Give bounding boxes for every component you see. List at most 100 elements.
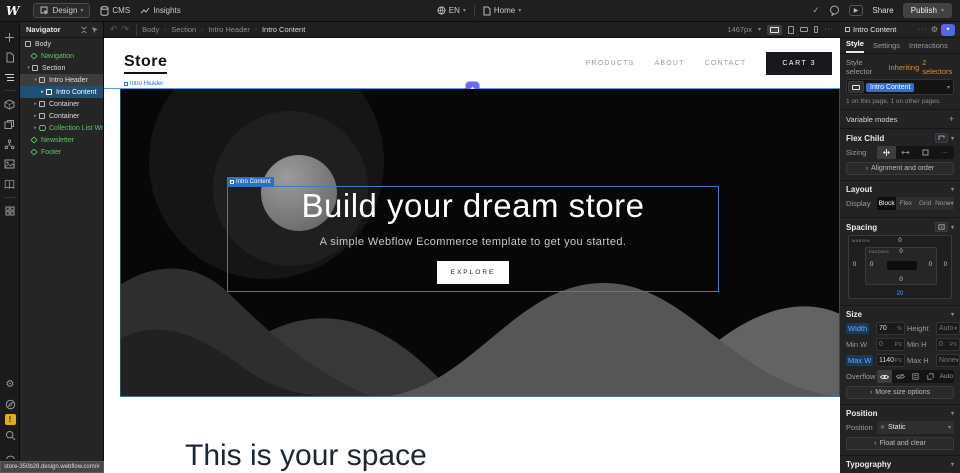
assets-icon[interactable] [2, 156, 18, 172]
display-block-option[interactable]: Block [877, 197, 896, 210]
ai-assistant-button[interactable]: ✦ [941, 24, 955, 36]
chevron-down-icon[interactable]: ▾ [947, 84, 950, 91]
update-warning-icon[interactable]: ! [5, 414, 16, 425]
breadcrumb-body[interactable]: Body [142, 25, 159, 34]
padding-left-value[interactable]: 0 [870, 262, 873, 268]
collapse-all-icon[interactable] [80, 26, 88, 34]
caret-right-icon[interactable]: ▸ [39, 89, 46, 95]
padding-top-value[interactable]: 0 [866, 249, 936, 255]
navigator-item-intro-header[interactable]: ▾ Intro Header [20, 74, 103, 86]
breadcrumb-intro-content[interactable]: Intro Content [262, 25, 305, 34]
caret-right-icon[interactable]: ▸ [32, 101, 39, 107]
caret-right-icon[interactable]: ▸ [32, 125, 39, 131]
collapse-section-icon[interactable]: ▾ [951, 410, 954, 417]
help-icon[interactable] [2, 396, 18, 412]
webflow-logo-icon[interactable]: W [6, 4, 19, 18]
breadcrumb-intro-header[interactable]: Intro Header [208, 25, 250, 34]
collapse-section-icon[interactable]: ▾ [951, 135, 954, 142]
caret-down-icon[interactable]: ▾ [32, 77, 39, 83]
next-section-heading[interactable]: This is your space [185, 439, 840, 473]
intro-content-tag[interactable]: Intro Content [227, 177, 274, 187]
collapse-section-icon[interactable]: ▾ [951, 461, 954, 468]
page-switcher[interactable]: Home ▾ [483, 6, 521, 16]
navigator-item-navigation[interactable]: Navigation [20, 50, 103, 62]
min-width-input[interactable]: 0PX [876, 338, 905, 351]
float-clear-button[interactable]: › Float and clear [846, 437, 954, 450]
insights-button[interactable]: Insights [140, 6, 181, 15]
collapse-section-icon[interactable]: ▾ [951, 311, 954, 318]
caret-down-icon[interactable]: ▾ [25, 65, 32, 71]
add-elements-icon[interactable] [2, 29, 18, 45]
canvas-width-value[interactable]: 1467px [727, 25, 752, 34]
padding-bottom-value[interactable]: 0 [866, 277, 936, 283]
spacing-widget[interactable]: MARGIN 0 0 0 20 PADDING 0 0 0 0 [848, 235, 952, 299]
padding-widget[interactable]: PADDING 0 0 0 0 [865, 247, 937, 285]
comments-icon[interactable] [829, 5, 840, 16]
explore-button[interactable]: EXPLORE [437, 261, 510, 284]
navigator-item-section[interactable]: ▾ Section [20, 62, 103, 74]
width-input[interactable]: 70% [876, 322, 905, 335]
navigator-item-body[interactable]: Body [20, 38, 103, 50]
add-variable-mode-icon[interactable]: + [949, 114, 954, 124]
display-grid-option[interactable]: Grid [916, 197, 935, 210]
overflow-visible-icon[interactable] [877, 370, 892, 383]
more-size-options-button[interactable]: › More size options [846, 386, 954, 399]
breadcrumb-section[interactable]: Section [171, 25, 196, 34]
spacing-options-icon[interactable] [935, 222, 948, 232]
overflow-clip-icon[interactable] [923, 370, 938, 383]
tab-interactions[interactable]: Interactions [909, 41, 948, 53]
variables-icon[interactable] [2, 116, 18, 132]
element-more-icon[interactable]: ··· [918, 26, 928, 33]
sizing-shrink-icon[interactable] [877, 146, 896, 159]
next-section[interactable]: This is your space [104, 397, 840, 473]
hero-heading[interactable]: Build your dream store [302, 187, 645, 225]
margin-left-value[interactable]: 0 [853, 262, 856, 268]
nav-link-products[interactable]: PRODUCTS [586, 60, 635, 67]
navigator-item-intro-content[interactable]: ▸ Intro Content [20, 86, 103, 98]
overflow-scroll-icon[interactable] [908, 370, 923, 383]
alignment-order-button[interactable]: › Alignment and order [846, 162, 954, 175]
collapse-section-icon[interactable]: ▾ [951, 224, 954, 231]
margin-top-value[interactable]: 0 [849, 238, 951, 244]
max-height-input[interactable]: None▾ [936, 354, 960, 367]
class-selector-input[interactable]: Intro Content ▾ [846, 79, 954, 95]
libraries-icon[interactable] [2, 176, 18, 192]
nav-link-contact[interactable]: CONTACT [705, 60, 747, 67]
breakpoint-indicator-icon[interactable] [848, 81, 864, 93]
settings-icon[interactable]: ⚙ [2, 376, 18, 392]
navigator-icon[interactable] [2, 69, 18, 85]
hero-subtitle[interactable]: A simple Webflow Ecommerce template to g… [320, 236, 627, 248]
navigator-item-footer[interactable]: Footer [20, 146, 103, 158]
cms-collections-icon[interactable] [2, 136, 18, 152]
navigator-item-container-2[interactable]: ▸ Container [20, 110, 103, 122]
display-segmented-control[interactable]: Block Flex Grid None▾ [877, 197, 954, 210]
publish-button[interactable]: Publish ▾ [903, 3, 952, 18]
phone-landscape-icon[interactable] [800, 27, 808, 32]
preview-toggle-button[interactable]: ▶ [849, 5, 864, 16]
redo-icon[interactable]: ↷ [122, 24, 130, 35]
site-header[interactable]: Store PRODUCTS ABOUT CONTACT CART 3 [104, 38, 840, 88]
position-dropdown[interactable]: ✕ Static ▾ [877, 421, 954, 434]
pages-icon[interactable] [2, 49, 18, 65]
tablet-icon[interactable] [788, 26, 794, 34]
cart-button[interactable]: CART 3 [766, 52, 832, 75]
height-input[interactable]: Auto▾ [936, 322, 960, 335]
class-pill[interactable]: Intro Content [866, 83, 914, 92]
navigator-item-container-1[interactable]: ▸ Container [20, 98, 103, 110]
sizing-segmented-control[interactable]: ··· [877, 146, 954, 159]
tab-settings[interactable]: Settings [873, 41, 900, 53]
phone-portrait-icon[interactable] [814, 26, 818, 33]
breakpoint-desktop-button[interactable] [767, 25, 782, 35]
margin-bottom-value[interactable]: 20 [849, 291, 951, 297]
undo-icon[interactable]: ↶ [110, 24, 118, 35]
inheriting-label[interactable]: Inheriting [888, 63, 919, 72]
pin-navigator-icon[interactable] [91, 26, 99, 34]
sizing-none-icon[interactable] [916, 146, 935, 159]
more-breakpoints-icon[interactable]: ··· [824, 26, 834, 33]
share-button[interactable]: Share [872, 6, 893, 15]
design-mode-button[interactable]: Design ▾ [33, 3, 90, 18]
padding-right-value[interactable]: 0 [929, 262, 932, 268]
locale-switcher[interactable]: EN ▾ [437, 6, 466, 15]
apps-icon[interactable] [2, 203, 18, 219]
selector-count[interactable]: 2 selectors [922, 58, 954, 76]
